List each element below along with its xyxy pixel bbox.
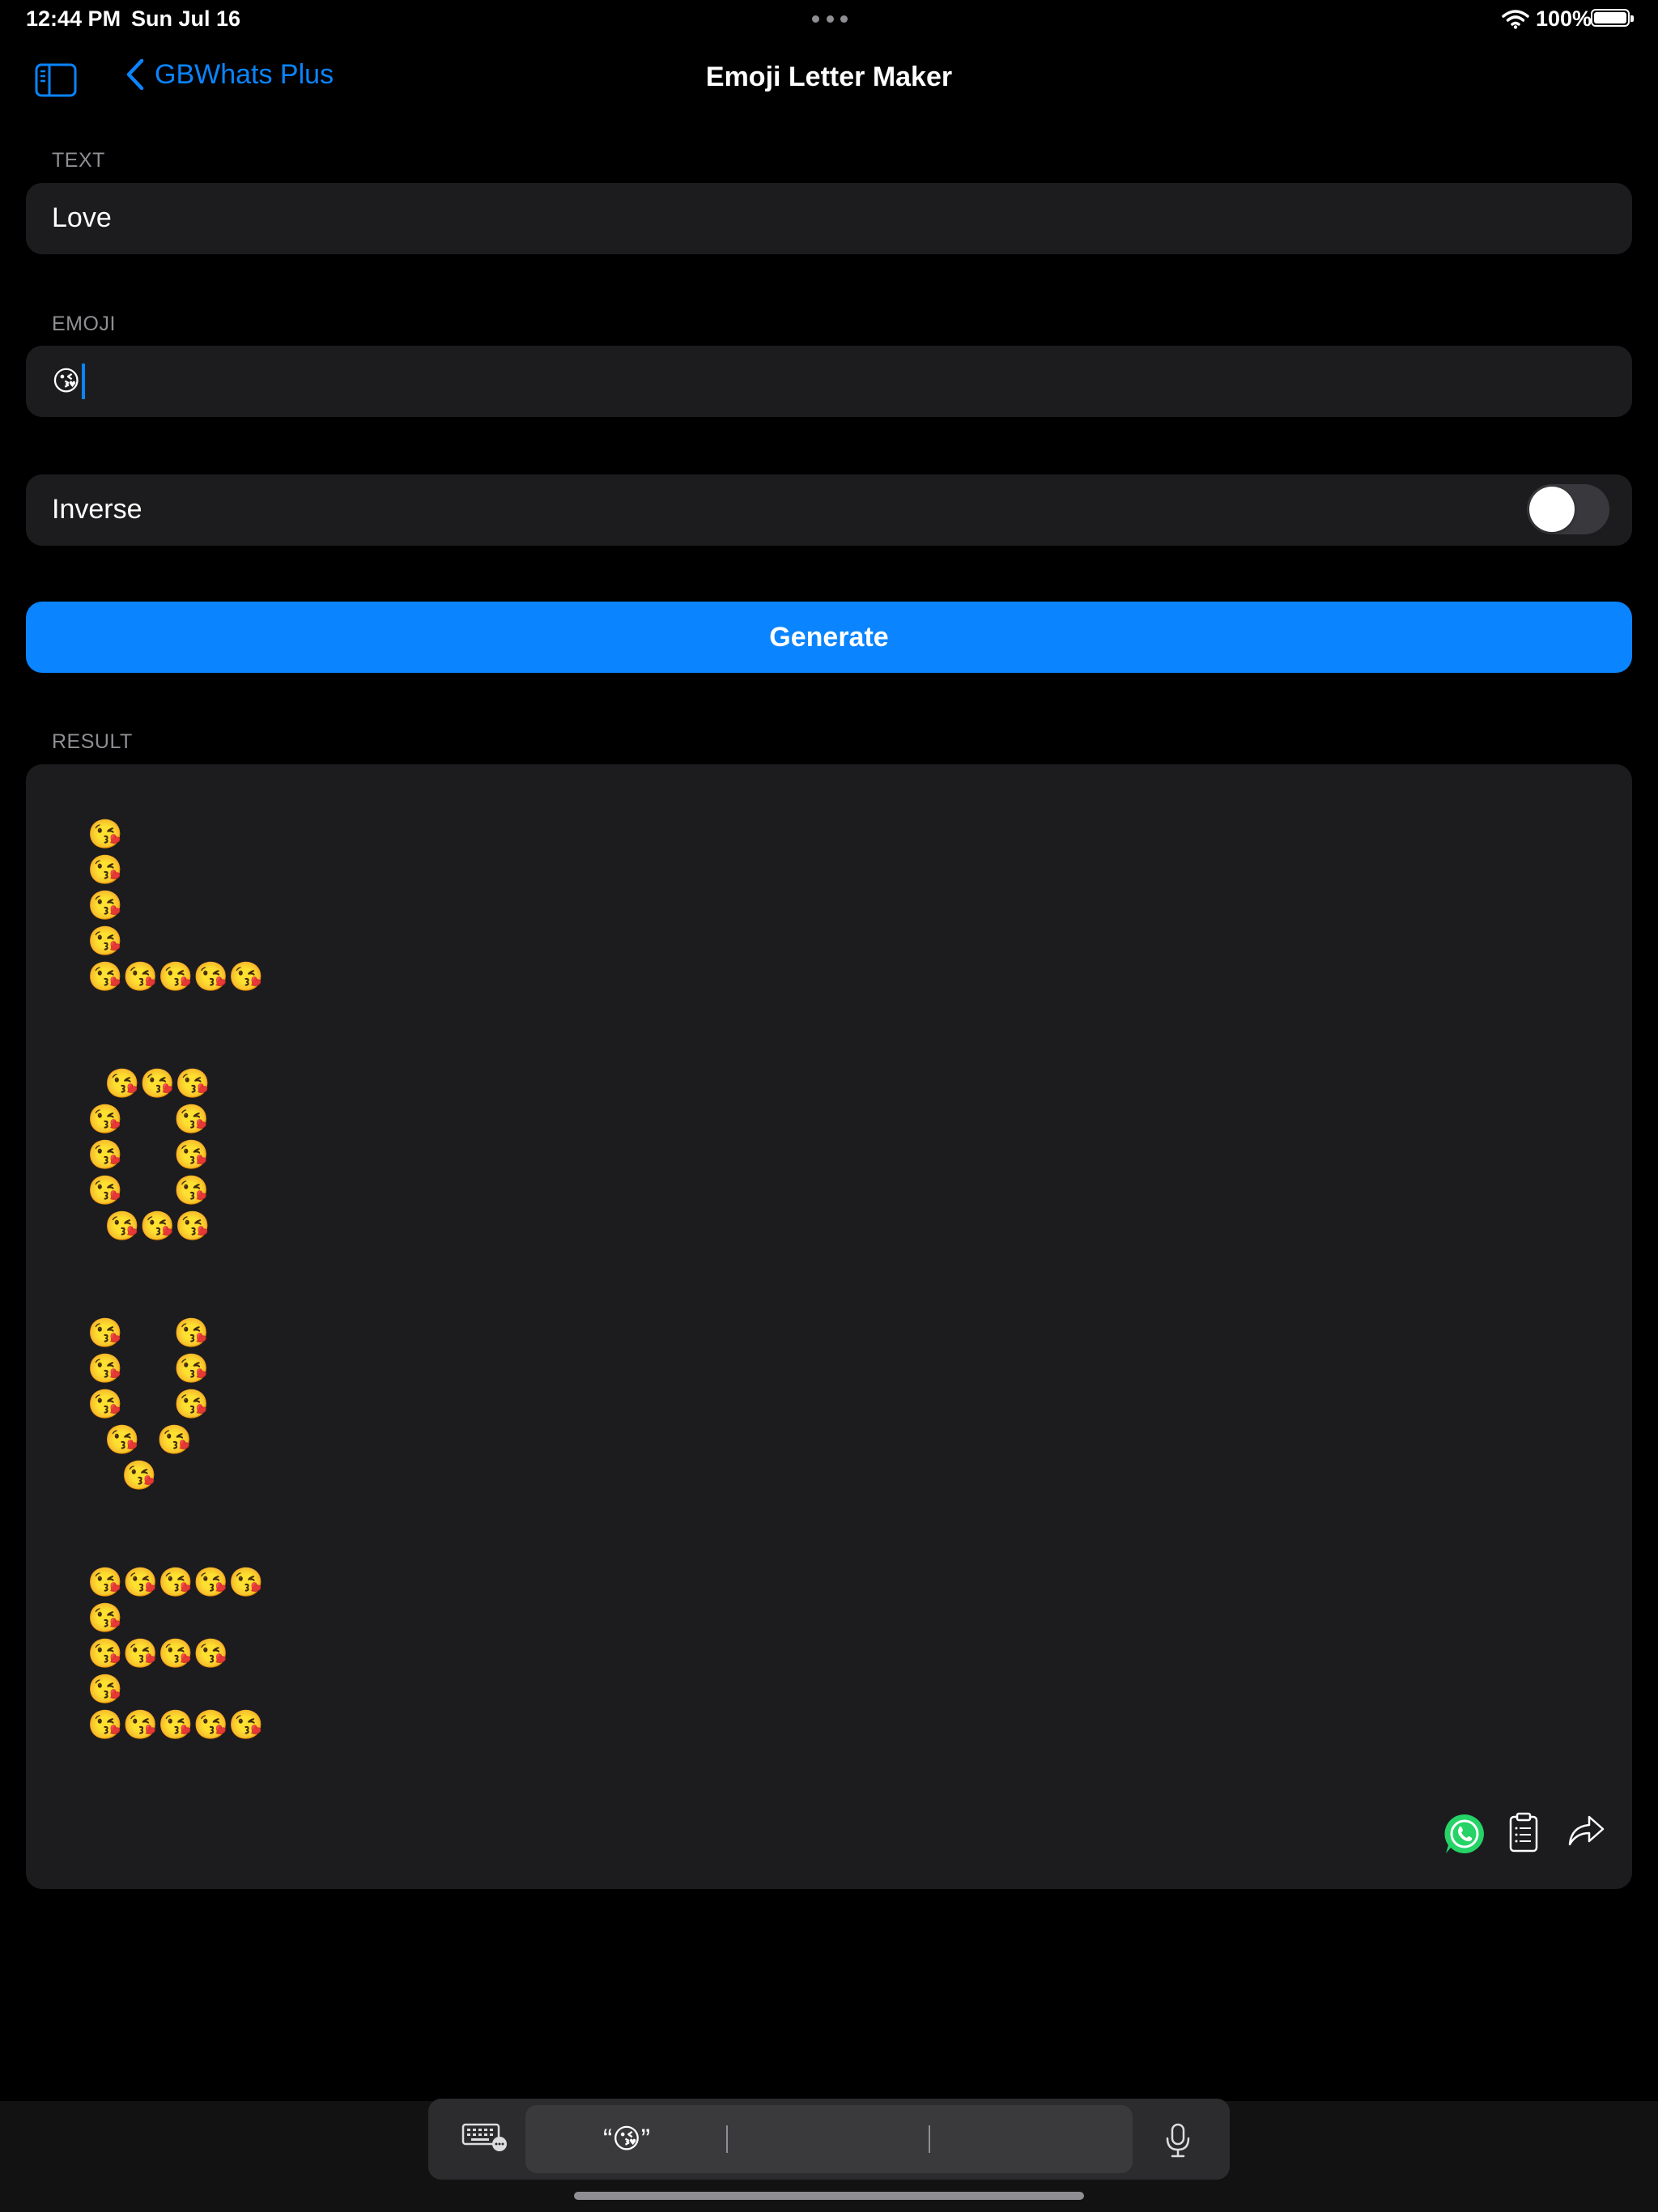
battery-icon	[1591, 9, 1634, 27]
home-indicator[interactable]	[574, 2192, 1084, 2200]
emoji-input-value: 😘	[52, 364, 86, 399]
status-time: 12:44 PM	[26, 6, 121, 31]
text-section-label: TEXT	[52, 149, 105, 172]
result-text: 😘 😘 😘 😘 😘😘😘😘😘 😘😘😘 😘 😘 😘 😘 😘 😘 😘😘😘 😘 😘 😘 …	[87, 819, 264, 1742]
text-cursor	[82, 364, 86, 399]
emoji-section-label: EMOJI	[52, 313, 116, 335]
suggestion-divider	[726, 2125, 728, 2153]
keyboard-icon[interactable]	[461, 2123, 508, 2156]
page-title: Emoji Letter Maker	[705, 62, 953, 92]
emoji-input-text: 😘	[52, 366, 81, 397]
wifi-icon	[1502, 10, 1529, 33]
clipboard-icon[interactable]	[1509, 1812, 1538, 1857]
share-icon[interactable]	[1567, 1812, 1605, 1852]
inverse-toggle[interactable]	[1527, 484, 1609, 534]
whatsapp-icon[interactable]	[1443, 1812, 1486, 1860]
toggle-knob	[1529, 487, 1575, 532]
inverse-label: Inverse	[52, 494, 142, 525]
multitasking-dots-icon[interactable]	[812, 15, 848, 23]
status-date: Sun Jul 16	[131, 6, 241, 31]
microphone-icon[interactable]	[1163, 2123, 1192, 2163]
suggestion-divider	[929, 2125, 930, 2153]
inverse-row: Inverse	[26, 474, 1632, 546]
text-input[interactable]: Love	[26, 183, 1632, 254]
generate-button[interactable]: Generate	[26, 602, 1632, 673]
text-input-value: Love	[52, 202, 112, 233]
result-box: 😘 😘 😘 😘 😘😘😘😘😘 😘😘😘 😘 😘 😘 😘 😘 😘 😘😘😘 😘 😘 😘 …	[26, 764, 1632, 1889]
emoji-input[interactable]: 😘	[26, 346, 1632, 417]
battery-percentage: 100%	[1536, 6, 1592, 31]
suggestion-item[interactable]: “😘”	[525, 2105, 728, 2173]
result-section-label: RESULT	[52, 730, 133, 753]
